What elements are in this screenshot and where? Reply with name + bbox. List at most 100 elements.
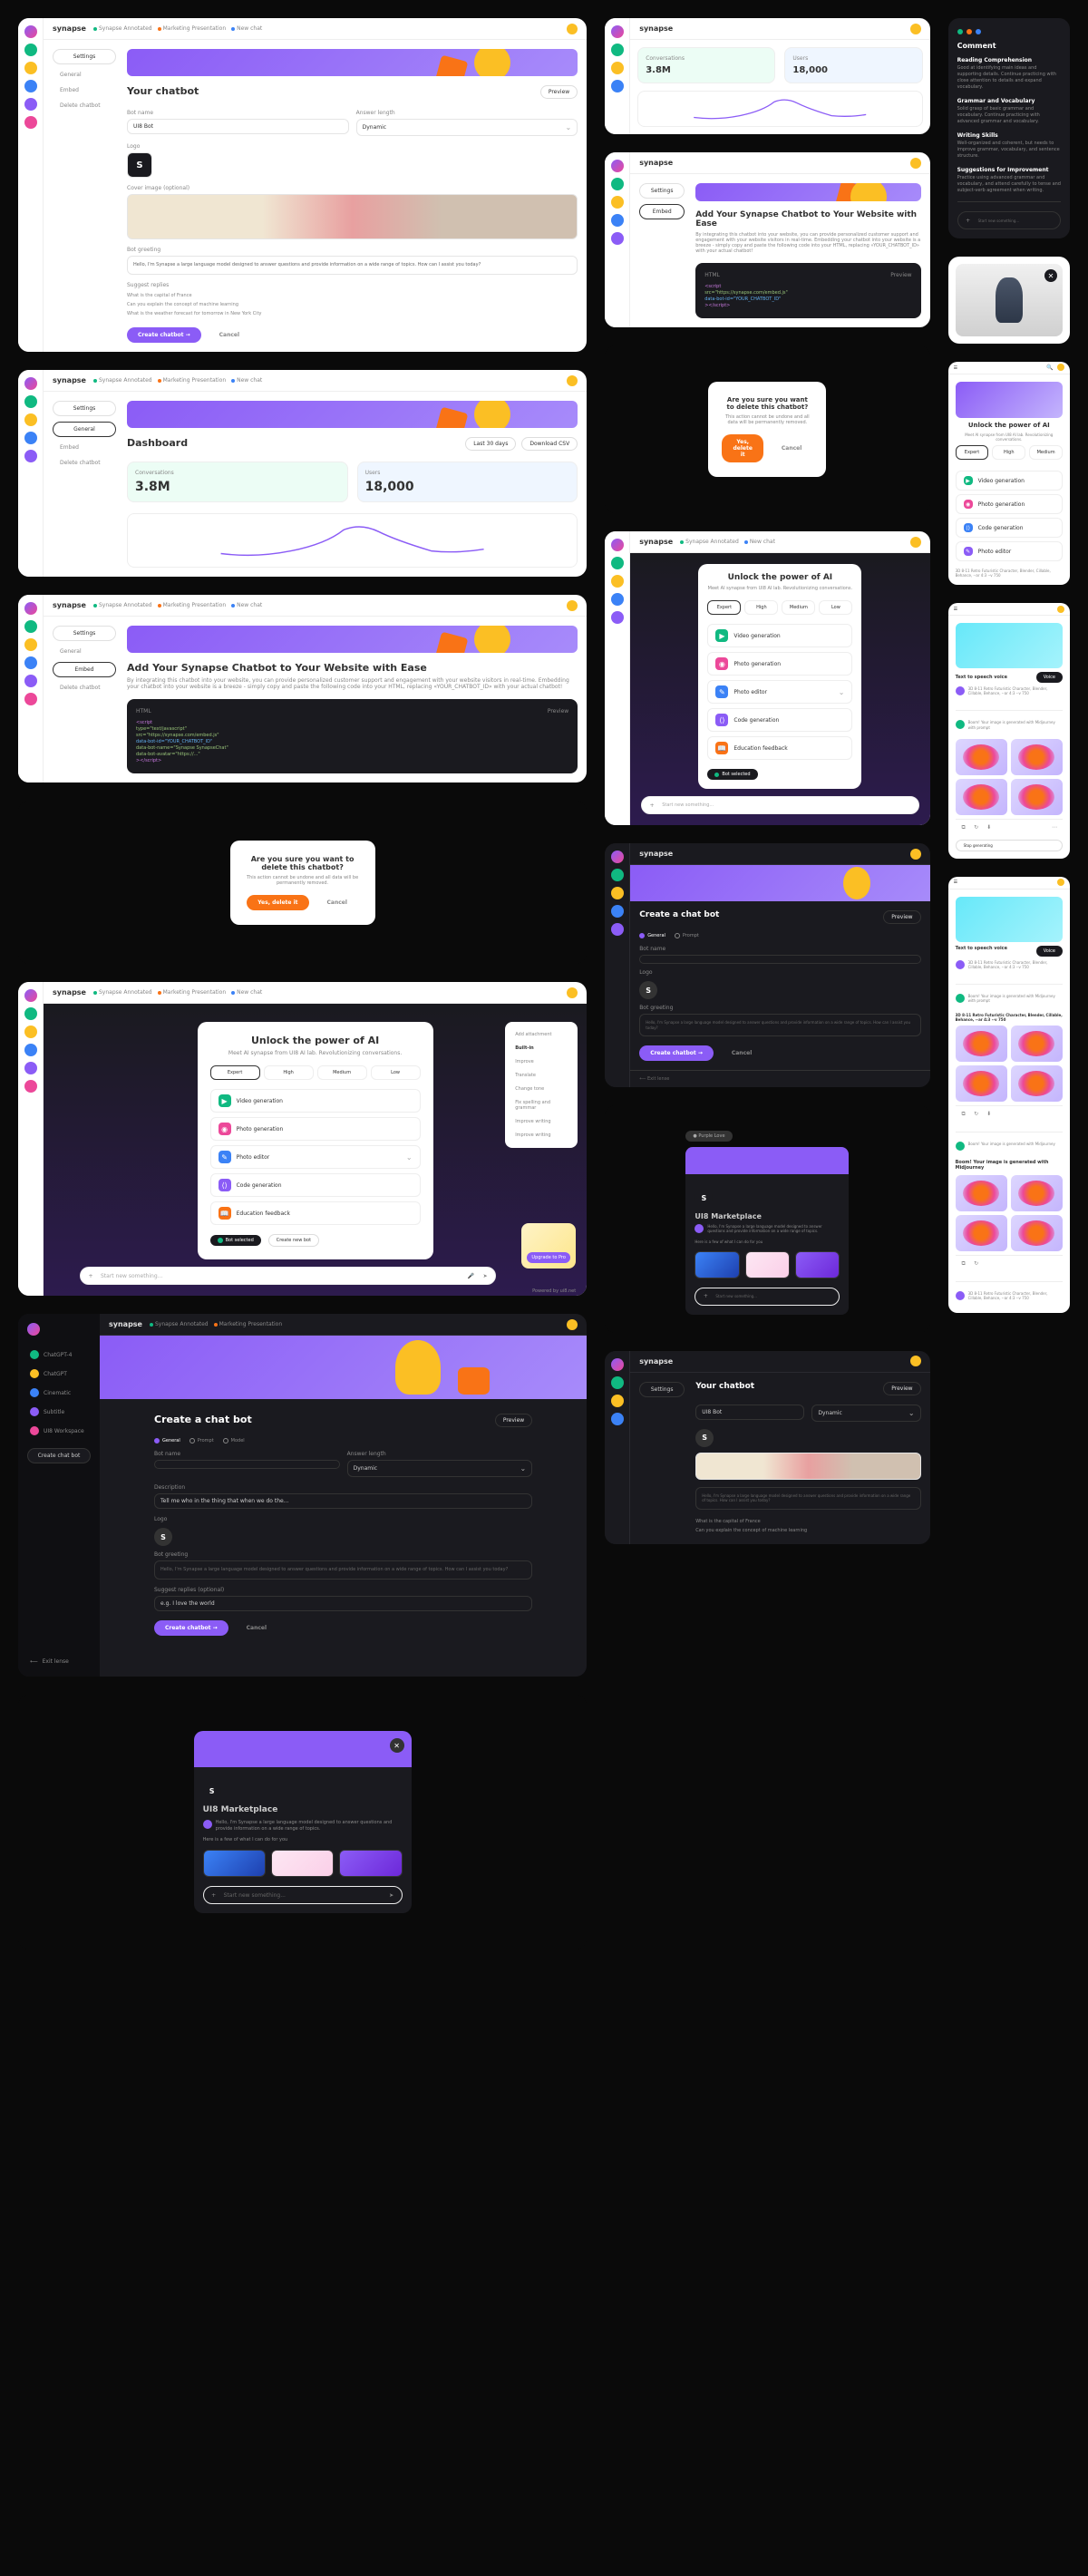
rail-item[interactable] [611, 557, 624, 569]
rail-item[interactable] [611, 575, 624, 588]
rail-item[interactable] [24, 693, 37, 705]
sidebar-general-button[interactable]: General [53, 422, 116, 437]
cancel-button[interactable]: Cancel [316, 895, 358, 910]
create-bot-pill[interactable]: Create new bot [268, 1234, 319, 1247]
greeting-textarea[interactable]: Hello, I'm Synapse a large language mode… [695, 1487, 920, 1510]
plus-icon[interactable]: + [964, 216, 973, 225]
option-video[interactable]: ▶Video generation [956, 471, 1063, 491]
option-photo[interactable]: ◉Photo generation [707, 652, 852, 676]
rail-item[interactable] [24, 1080, 37, 1093]
search-icon[interactable]: 🔍 [1045, 364, 1054, 373]
bot-selected-pill[interactable]: Bot selected [707, 769, 757, 780]
avatar[interactable] [910, 849, 921, 860]
generated-image[interactable] [956, 1065, 1007, 1102]
suggestion-card[interactable] [339, 1850, 402, 1877]
step-prompt[interactable]: Prompt [675, 933, 699, 938]
app-logo-icon[interactable] [611, 539, 624, 551]
sidebar-embed-button[interactable]: Embed [639, 204, 685, 219]
rail-item[interactable] [24, 675, 37, 687]
step-prompt[interactable]: Prompt [189, 1438, 214, 1444]
suggestion-card[interactable] [203, 1850, 266, 1877]
menu-icon[interactable]: ☰ [954, 607, 957, 612]
menu-writing[interactable]: Improve writing [512, 1116, 570, 1127]
generated-image[interactable] [956, 1175, 1007, 1211]
confirm-delete-button[interactable]: Yes, delete it [722, 434, 763, 462]
suggest-reply[interactable]: What is the weather forecast for tomorro… [127, 309, 578, 318]
option-photo[interactable]: ◉Photo generation [210, 1117, 421, 1141]
period-select[interactable]: Last 30 days [465, 437, 516, 451]
sidebar-general[interactable]: General [53, 646, 116, 656]
greeting-textarea[interactable]: Hello, I'm Synapse a large language mode… [154, 1560, 532, 1580]
create-chatbot-button[interactable]: Create chatbot → [639, 1045, 714, 1061]
generated-image[interactable] [1011, 1215, 1063, 1251]
option-education[interactable]: 📖Education feedback [707, 736, 852, 760]
sidebar-settings-button[interactable]: Settings [53, 49, 116, 64]
rail-item[interactable] [24, 395, 37, 408]
cover-image-preview[interactable] [127, 194, 578, 239]
generated-image[interactable] [1011, 1026, 1063, 1062]
rail-item[interactable] [611, 62, 624, 74]
plus-icon[interactable]: + [86, 1271, 95, 1280]
app-logo-icon[interactable] [24, 25, 37, 38]
suggest-input[interactable]: e.g. I love the world [154, 1596, 532, 1611]
create-chatbot-button[interactable]: Create chat bot [27, 1448, 91, 1463]
copy-icon[interactable]: ⧉ [959, 823, 968, 832]
sidebar-item-chatgpt4[interactable]: ChatGPT-4 [27, 1347, 91, 1362]
menu-icon[interactable]: ☰ [954, 880, 957, 885]
sidebar-item-cinematic[interactable]: Cinematic [27, 1385, 91, 1400]
tab-high[interactable]: High [264, 1065, 314, 1080]
code-block[interactable]: HTMLPreview <script type="text/javascrip… [127, 699, 578, 773]
sidebar-delete[interactable]: Delete chatbot [53, 101, 116, 111]
generated-image[interactable] [1011, 779, 1063, 815]
plus-icon[interactable]: + [209, 1891, 219, 1900]
app-logo-icon[interactable] [611, 851, 624, 863]
rail-item[interactable] [611, 869, 624, 881]
generated-image[interactable] [956, 1215, 1007, 1251]
sidebar-delete[interactable]: Delete chatbot [53, 683, 116, 693]
generated-image[interactable] [956, 897, 1063, 942]
rail-item[interactable] [24, 413, 37, 426]
app-logo-icon[interactable] [24, 377, 37, 390]
generated-image[interactable] [956, 779, 1007, 815]
menu-spelling[interactable]: Fix spelling and grammar [512, 1097, 570, 1113]
generated-image[interactable] [1011, 739, 1063, 775]
preview-button[interactable]: Preview [495, 1414, 532, 1427]
bot-selected-pill[interactable]: Bot selected [210, 1235, 261, 1246]
answer-length-select[interactable]: Dynamic⌄ [811, 1405, 920, 1422]
rail-item[interactable] [611, 905, 624, 918]
avatar[interactable] [1057, 879, 1064, 886]
more-icon[interactable]: ⋯ [1050, 823, 1059, 832]
rail-item[interactable] [24, 1062, 37, 1074]
preview-button[interactable]: Preview [540, 85, 578, 99]
rail-item[interactable] [611, 214, 624, 227]
logo-upload[interactable]: S [695, 1429, 714, 1447]
rail-item[interactable] [611, 44, 624, 56]
app-logo-icon[interactable] [27, 1323, 40, 1336]
sidebar-item-workspace[interactable]: UI8 Workspace [27, 1424, 91, 1438]
option-education[interactable]: 📖Education feedback [210, 1201, 421, 1225]
avatar[interactable] [567, 375, 578, 386]
tab-medium[interactable]: Medium [317, 1065, 367, 1080]
exit-button[interactable]: ⟵Exit lense [27, 1656, 91, 1667]
rail-item[interactable] [611, 1376, 624, 1389]
mic-icon[interactable]: 🎤 [466, 1271, 475, 1280]
bot-name-input[interactable]: UI8 Bot [695, 1405, 804, 1420]
send-icon[interactable]: ➤ [387, 1891, 396, 1900]
avatar[interactable] [567, 600, 578, 611]
generated-image[interactable] [956, 623, 1063, 668]
generated-image[interactable] [1011, 1065, 1063, 1102]
confirm-delete-button[interactable]: Yes, delete it [247, 895, 308, 910]
logo-upload[interactable]: S [639, 981, 657, 999]
logo-upload[interactable]: S [154, 1528, 172, 1546]
menu-translate[interactable]: Translate [512, 1070, 570, 1081]
bot-name-input[interactable] [639, 955, 920, 964]
code-block[interactable]: HTMLPreview <script src="https://synapse… [695, 263, 920, 318]
prompt-input[interactable]: Start new something... [101, 1273, 461, 1279]
avatar[interactable] [1057, 606, 1064, 613]
logo-upload[interactable]: S [127, 152, 152, 178]
rail-item[interactable] [24, 44, 37, 56]
theme-pill[interactable]: ● Purple Love [685, 1131, 732, 1142]
cancel-button[interactable]: Cancel [236, 1620, 277, 1636]
suggest-reply[interactable]: Can you explain the concept of machine l… [127, 300, 578, 309]
sidebar-embed-button[interactable]: Embed [53, 662, 116, 677]
